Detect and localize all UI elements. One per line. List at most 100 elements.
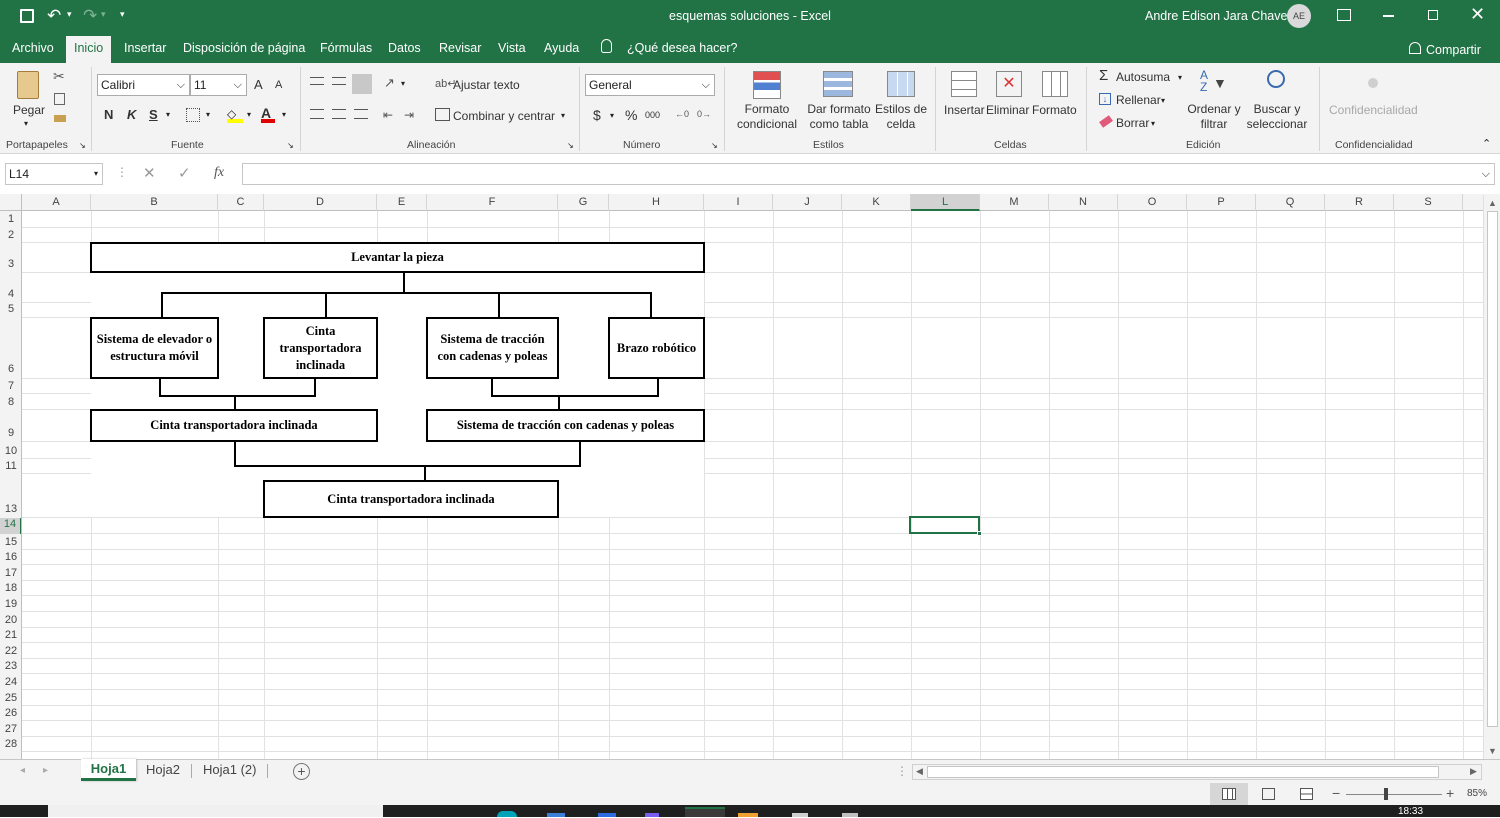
zoom-slider-thumb[interactable] [1384,788,1388,800]
find-select-button[interactable]: Buscar y seleccionar [1242,102,1312,132]
fill-dropdown-icon[interactable]: ▾ [1161,96,1165,105]
insert-function-button[interactable]: fx [214,165,224,181]
grow-font-button[interactable]: A [254,77,263,92]
vertical-scrollbar[interactable]: ▲ ▼ [1483,195,1500,759]
cancel-entry-icon[interactable]: ✕ [143,164,156,182]
column-header[interactable]: E [377,194,427,211]
merge-center-icon[interactable] [435,108,450,121]
minimize-icon[interactable] [1383,15,1394,17]
select-all-corner[interactable] [0,194,22,211]
align-bottom-icon[interactable] [352,74,372,94]
font-size-select[interactable]: 11 ⌵ [190,74,247,96]
column-header[interactable]: K [842,194,911,211]
scroll-right-icon[interactable]: ▶ [1470,766,1477,777]
taskbar-clock[interactable]: 18:33 [1398,806,1423,818]
row-header[interactable]: 6 [0,363,21,375]
row-header[interactable]: 8 [0,396,21,408]
column-header[interactable]: N [1049,194,1118,211]
formula-input[interactable]: ⌵ [242,163,1495,185]
tab-ayuda[interactable]: Ayuda [544,33,579,63]
taskbar-search-box[interactable] [48,805,383,817]
currency-dropdown-icon[interactable]: ▾ [610,111,614,120]
decrease-decimal-icon[interactable]: 0→ [697,109,711,119]
row-header[interactable]: 7 [0,380,21,392]
column-header[interactable]: D [264,194,377,211]
font-color-dropdown-icon[interactable]: ▾ [282,110,286,119]
close-icon[interactable]: ✕ [1470,4,1485,25]
page-break-view-icon[interactable] [1300,788,1313,800]
merge-dropdown-icon[interactable]: ▾ [561,111,565,120]
scroll-left-icon[interactable]: ◀ [916,766,923,777]
tab-revisar[interactable]: Revisar [439,33,481,63]
orientation-icon[interactable]: ↗ [384,75,395,91]
increase-decimal-icon[interactable]: ←0 [675,109,689,119]
fill-handle[interactable] [977,531,982,536]
taskbar-app-icon[interactable] [738,813,758,817]
format-cells-button[interactable]: Formato [1032,103,1077,117]
align-left-icon[interactable] [310,109,324,119]
insert-cells-icon[interactable] [951,71,977,97]
taskbar-app-icon[interactable] [598,813,616,817]
column-header[interactable]: A [22,194,91,211]
bold-button[interactable]: N [104,107,113,122]
tab-vista[interactable]: Vista [498,33,526,63]
user-name[interactable]: Andre Edison Jara Chavez [1145,9,1294,23]
copy-icon[interactable] [54,93,65,105]
font-launcher-icon[interactable]: ↘ [287,141,294,150]
undo-dropdown-icon[interactable]: ▾ [67,9,72,20]
column-header[interactable]: P [1187,194,1256,211]
zoom-in-icon[interactable]: + [1446,785,1454,801]
row-header[interactable]: 19 [0,598,21,610]
row-header[interactable]: 23 [0,660,21,672]
row-header[interactable]: 13 [0,503,21,515]
row-header[interactable]: 27 [0,723,21,735]
row-header[interactable]: 1 [0,213,21,225]
eraser-icon[interactable] [1099,115,1113,128]
worksheet-grid[interactable]: Levantar la pieza Sistema de elevador o … [22,211,1483,759]
row-header[interactable]: 26 [0,707,21,719]
scroll-up-icon[interactable]: ▲ [1488,198,1497,208]
tab-inicio[interactable]: Inicio [66,36,112,63]
split-handle-icon[interactable]: ⋮ [896,764,908,778]
align-top-icon[interactable] [310,77,324,85]
taskbar-app-icon[interactable] [645,813,659,817]
redo-dropdown-icon[interactable]: ▾ [101,9,106,20]
next-sheet-icon[interactable]: ▸ [43,765,48,776]
paste-button[interactable]: Pegar [13,103,45,117]
row-header[interactable]: 9 [0,427,21,439]
save-icon[interactable] [20,9,34,23]
merge-center-button[interactable]: Combinar y centrar [453,109,555,123]
column-header[interactable]: S [1394,194,1463,211]
redo-icon[interactable]: ↷ [83,6,97,26]
tab-disposicion[interactable]: Disposición de página [183,33,305,63]
expand-formula-icon[interactable]: ⌵ [1482,164,1490,184]
clipboard-launcher-icon[interactable]: ↘ [79,141,86,150]
column-header[interactable]: B [91,194,218,211]
column-header-selected[interactable]: L [911,194,980,211]
conditional-format-icon[interactable] [753,71,781,99]
thousands-button[interactable]: 000 [645,110,660,120]
zoom-slider-track[interactable] [1346,794,1442,795]
avatar[interactable]: AE [1287,4,1311,28]
column-header[interactable]: J [773,194,842,211]
decrease-indent-icon[interactable]: ⇤ [383,108,393,122]
row-header[interactable]: 25 [0,692,21,704]
number-format-select[interactable]: General ⌵ [585,74,715,96]
page-layout-view-icon[interactable] [1262,788,1275,800]
row-header[interactable]: 24 [0,676,21,688]
shrink-font-button[interactable]: A [275,79,282,91]
currency-button[interactable]: $ [593,107,601,123]
ribbon-display-options-icon[interactable] [1337,9,1351,21]
confirm-entry-icon[interactable]: ✓ [178,164,191,182]
sort-filter-button[interactable]: Ordenar y filtrar [1183,102,1245,132]
scroll-down-icon[interactable]: ▼ [1488,746,1497,756]
row-header[interactable]: 10 [0,445,21,457]
column-header[interactable]: O [1118,194,1187,211]
find-select-icon[interactable] [1267,70,1285,88]
tab-archivo[interactable]: Archivo [12,33,54,63]
format-as-table-icon[interactable] [823,71,853,97]
underline-button[interactable]: S [149,107,158,122]
format-painter-icon[interactable] [54,115,66,122]
column-header[interactable]: C [218,194,264,211]
prev-sheet-icon[interactable]: ◂ [20,765,25,776]
